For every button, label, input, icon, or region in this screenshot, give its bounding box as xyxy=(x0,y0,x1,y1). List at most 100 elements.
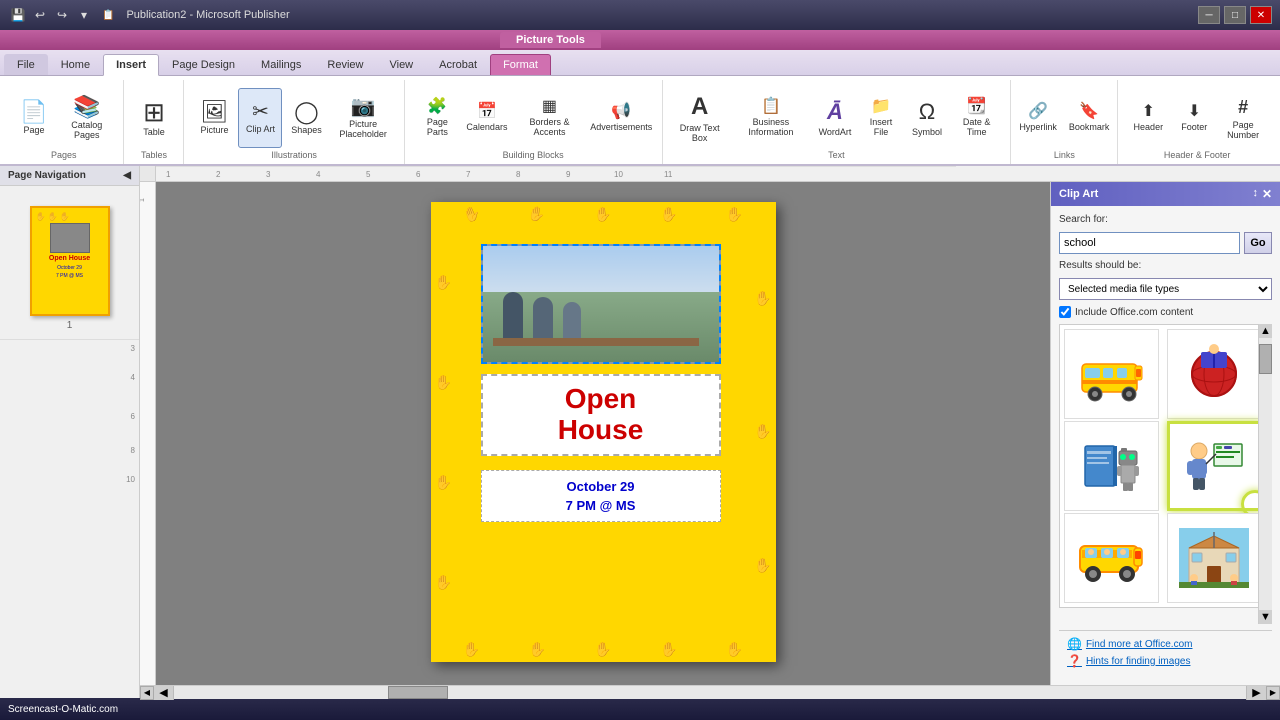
school-building-svg xyxy=(1179,528,1249,588)
header-btn[interactable]: ⬆ Header xyxy=(1126,88,1170,148)
shapes-btn[interactable]: ◯ Shapes xyxy=(284,88,328,148)
tab-acrobat[interactable]: Acrobat xyxy=(426,54,490,75)
symbol-label: Symbol xyxy=(912,127,942,137)
ribbon: 📄 Page 📚 Catalog Pages Pages ⊞ Table Tab… xyxy=(0,76,1280,166)
scroll-down-arrow[interactable]: ▼ xyxy=(1259,610,1272,624)
table-btn[interactable]: ⊞ Table xyxy=(132,88,176,148)
datetime-btn[interactable]: 📆 Date & Time xyxy=(951,88,1002,148)
hand-top-1: ✋ xyxy=(460,204,482,226)
business-info-icon: 📋 xyxy=(761,99,781,115)
scrollbar-thumb-h[interactable] xyxy=(388,686,448,699)
page-1-thumbnail[interactable]: ✋ ✋ ✋ Open House October 29 7 PM @ MS xyxy=(30,206,110,316)
panel-close-btn[interactable]: ✕ xyxy=(1262,187,1272,201)
clipart-btn[interactable]: ✂ Clip Art xyxy=(238,88,282,148)
open-O: O xyxy=(565,383,587,414)
app-icon: 📋 xyxy=(102,10,114,21)
hand-left-1: ✋ xyxy=(435,274,452,291)
clipart-btn-label: Clip Art xyxy=(246,124,275,134)
tab-file[interactable]: File xyxy=(4,54,48,75)
clip-art-panel: Clip Art ↕ ✕ Search for: Go Results shou… xyxy=(1050,182,1280,685)
shapes-btn-label: Shapes xyxy=(291,125,322,135)
draw-textbox-btn[interactable]: A Draw Text Box xyxy=(671,88,729,148)
ruler-8: 8 xyxy=(4,446,135,455)
symbol-btn[interactable]: Ω Symbol xyxy=(905,88,949,148)
canvas-with-ruler-v: 1 ✋ ✋ ✋ ✋ ✋ xyxy=(140,182,1280,685)
panel-resize-btn[interactable]: ↕ xyxy=(1252,187,1258,201)
include-office-checkbox[interactable] xyxy=(1059,306,1071,318)
results-dropdown[interactable]: Selected media file types xyxy=(1059,278,1272,300)
person-3 xyxy=(563,302,581,342)
svg-text:5: 5 xyxy=(366,170,371,179)
maximize-btn[interactable]: □ xyxy=(1224,6,1246,24)
wordart-btn[interactable]: Ā WordArt xyxy=(813,88,857,148)
tab-view[interactable]: View xyxy=(376,54,426,75)
pagenumber-btn[interactable]: # Page Number xyxy=(1218,88,1268,148)
bookmark-btn[interactable]: 🔖 Bookmark xyxy=(1064,88,1115,148)
quick-access-toolbar: 💾 ↩ ↪ ▾ xyxy=(8,5,94,25)
business-info-btn[interactable]: 📋 Business Information xyxy=(731,88,811,148)
scroll-thumb[interactable] xyxy=(1259,344,1272,374)
hand-bot-1: ✋ xyxy=(463,641,480,658)
scroll-right-arrow[interactable]: ▶ xyxy=(1266,686,1280,700)
close-btn[interactable]: ✕ xyxy=(1250,6,1272,24)
insert-file-btn[interactable]: 📁 Insert File xyxy=(859,88,903,148)
borders-btn-label: Borders & Accents xyxy=(517,117,582,137)
pageparts-btn[interactable]: 🧩 Page Parts xyxy=(413,88,462,148)
nav-panel: Page Navigation ◀ ✋ ✋ ✋ Open House Octob… xyxy=(0,166,140,698)
nav-panel-collapse-btn[interactable]: ◀ xyxy=(123,170,131,181)
borders-btn[interactable]: ▦ Borders & Accents xyxy=(512,88,587,148)
ruler-3: 3 xyxy=(4,344,135,353)
clip-item-cartoon-bus[interactable] xyxy=(1064,513,1159,603)
office-link[interactable]: 🌐 Find more at Office.com xyxy=(1067,637,1264,651)
scroll-page-left[interactable]: ◀ xyxy=(154,686,174,700)
tab-format[interactable]: Format xyxy=(490,54,551,75)
advertisements-btn[interactable]: 📢 Advertisements xyxy=(589,88,654,148)
title-bar-left: 💾 ↩ ↪ ▾ 📋 Publication2 - Microsoft Publi… xyxy=(8,5,290,25)
clip-item-book-robot[interactable] xyxy=(1064,421,1159,511)
page-btn[interactable]: 📄 Page xyxy=(12,88,56,148)
page-1-num: 1 xyxy=(67,320,73,331)
photo-frame[interactable] xyxy=(481,244,721,364)
hand-bot-5: ✋ xyxy=(726,641,743,658)
text-buttons: A Draw Text Box 📋 Business Information Ā… xyxy=(671,84,1003,160)
svg-text:8: 8 xyxy=(516,170,521,179)
tab-review[interactable]: Review xyxy=(314,54,376,75)
scroll-up-arrow[interactable]: ▲ xyxy=(1259,324,1272,338)
picture-placeholder-btn[interactable]: 📷 Picture Placeholder xyxy=(330,88,395,148)
search-input[interactable] xyxy=(1059,232,1240,254)
panel-content: Search for: Go Results should be: Select… xyxy=(1051,206,1280,685)
hand-top-3: ✋ xyxy=(594,206,611,223)
picture-btn[interactable]: 🖼 Picture xyxy=(192,88,236,148)
nav-panel-header: Page Navigation ◀ xyxy=(0,166,139,186)
tab-mailings[interactable]: Mailings xyxy=(248,54,314,75)
clip-item-school-building[interactable] xyxy=(1167,513,1262,603)
calendars-btn[interactable]: 📅 Calendars xyxy=(464,88,510,148)
include-office-label: Include Office.com content xyxy=(1075,307,1193,318)
scroll-left-arrow[interactable]: ◀ xyxy=(140,686,154,700)
hyperlink-btn[interactable]: 🔗 Hyperlink xyxy=(1014,88,1062,148)
canvas-area[interactable]: ✋ ✋ ✋ ✋ ✋ ✋ ✋ ✋ ✋ ✋ xyxy=(156,182,1050,685)
more-quick-btn[interactable]: ▾ xyxy=(74,5,94,25)
tab-insert[interactable]: Insert xyxy=(103,54,159,76)
go-button[interactable]: Go xyxy=(1244,232,1272,254)
tab-pagedesign[interactable]: Page Design xyxy=(159,54,248,75)
cartoon-bus-svg xyxy=(1077,528,1147,588)
clip-item-schoolbus[interactable] xyxy=(1064,329,1159,419)
save-quick-btn[interactable]: 💾 xyxy=(8,5,28,25)
horizontal-scrollbar[interactable]: ◀ ◀ ▶ ▶ xyxy=(140,685,1280,699)
footer-btn[interactable]: ⬇ Footer xyxy=(1172,88,1216,148)
thumb-hands: ✋ ✋ ✋ xyxy=(36,212,104,221)
hints-link[interactable]: ❓ Hints for finding images xyxy=(1067,654,1264,668)
undo-quick-btn[interactable]: ↩ xyxy=(30,5,50,25)
minimize-btn[interactable]: ─ xyxy=(1198,6,1220,24)
catalog-pages-btn[interactable]: 📚 Catalog Pages xyxy=(58,88,115,148)
clip-item-globe[interactable] xyxy=(1167,329,1262,419)
tab-home[interactable]: Home xyxy=(48,54,103,75)
text-box-open-house[interactable]: Open House xyxy=(481,374,721,456)
clip-item-teacher[interactable] xyxy=(1167,421,1262,511)
tables-buttons: ⊞ Table xyxy=(132,84,176,160)
text-box-date[interactable]: October 29 7 PM @ MS xyxy=(481,470,721,522)
clip-scrollbar[interactable]: ▲ ▼ xyxy=(1258,324,1272,624)
scroll-page-right[interactable]: ▶ xyxy=(1246,686,1266,700)
redo-quick-btn[interactable]: ↪ xyxy=(52,5,72,25)
